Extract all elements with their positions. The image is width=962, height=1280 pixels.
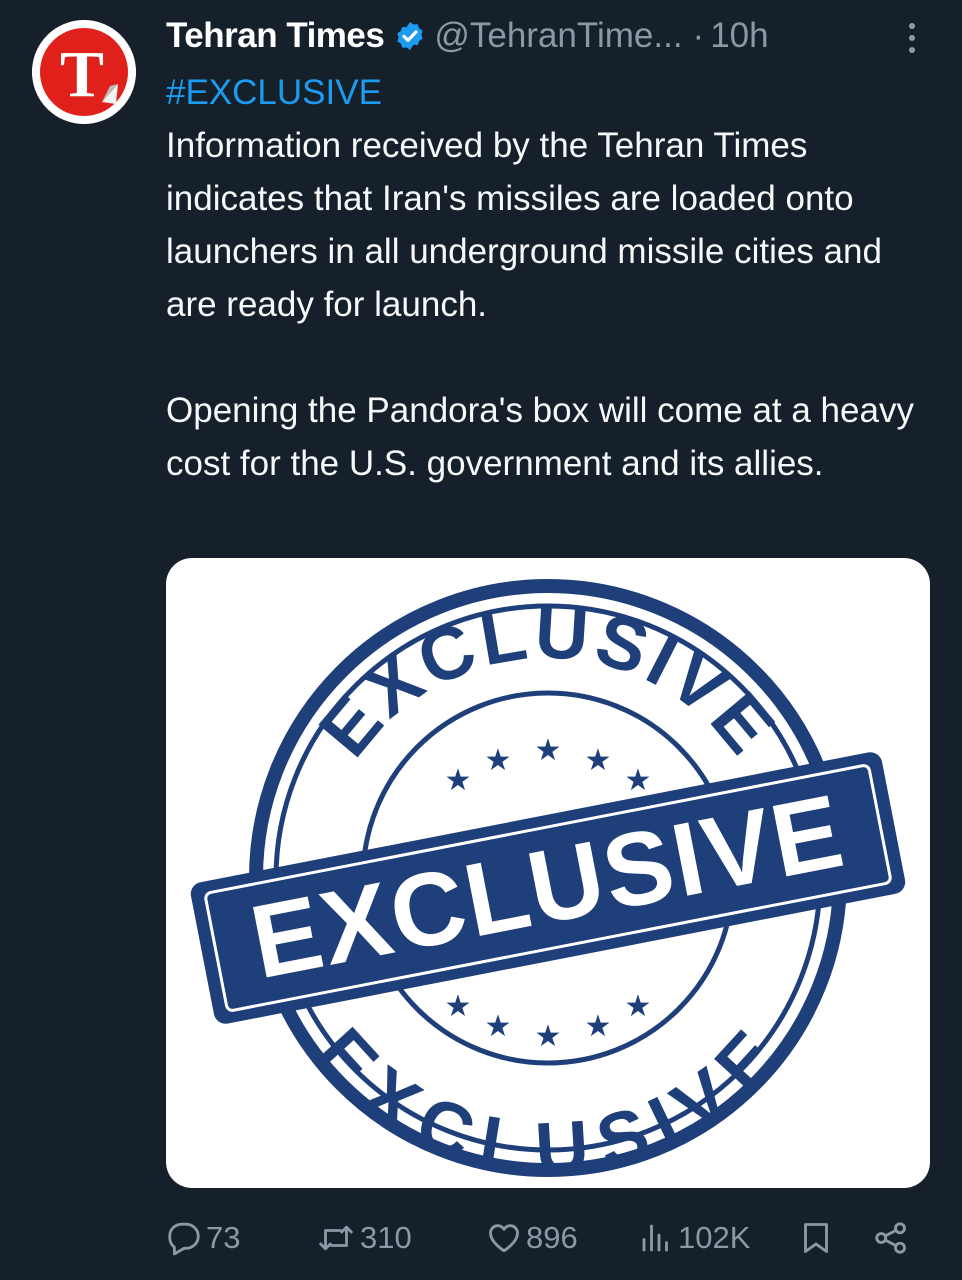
views-icon [642, 1224, 668, 1252]
reply-button[interactable]: 73 [166, 1212, 240, 1264]
svg-text:★: ★ [445, 763, 472, 798]
reply-count: 73 [206, 1220, 241, 1255]
repost-count: 310 [360, 1220, 412, 1255]
bookmark-icon [804, 1223, 828, 1253]
svg-text:★: ★ [535, 733, 562, 768]
share-button[interactable] [872, 1212, 910, 1264]
author-handle[interactable]: @TehranTime... [434, 16, 682, 56]
like-icon [489, 1224, 519, 1253]
author-avatar[interactable]: T [32, 20, 136, 124]
views-button[interactable]: 102K [638, 1212, 750, 1264]
tweet-timestamp[interactable]: 10h [710, 16, 768, 56]
tweet-actions-bar: 73 310 896 102K [166, 1212, 926, 1264]
svg-text:★: ★ [625, 989, 652, 1024]
author-display-name[interactable]: Tehran Times [166, 16, 385, 56]
tehran-times-logo: T [32, 20, 136, 124]
verified-badge-icon [397, 22, 424, 50]
tweet-media-image[interactable]: EXCLUSIVE EXCLUSIVE ★ ★ ★ ★ ★ ★ ★ ★ ★ ★ EXCLUSIV… [166, 558, 930, 1188]
bookmark-button[interactable] [798, 1212, 834, 1264]
tweet: T Tehran Times @TehranTime... · 10h #EXC… [0, 0, 962, 1280]
svg-text:★: ★ [585, 743, 612, 778]
views-count: 102K [678, 1220, 751, 1255]
svg-text:★: ★ [625, 763, 652, 798]
repost-icon [319, 1225, 353, 1251]
svg-text:★: ★ [485, 743, 512, 778]
share-icon [875, 1222, 906, 1254]
reply-icon [168, 1222, 200, 1256]
stamp-band-text: EXCLUSIVE [242, 773, 853, 1001]
more-options-icon [909, 23, 915, 53]
like-count: 896 [526, 1220, 578, 1255]
svg-text:★: ★ [585, 1009, 612, 1044]
svg-text:★: ★ [445, 989, 472, 1024]
exclusive-stamp-graphic: EXCLUSIVE EXCLUSIVE ★★ ★ ★★ ★★ ★ ★★ EXCLUSIV… [190, 579, 906, 1188]
tweet-header: Tehran Times @TehranTime... · 10h [166, 12, 886, 60]
svg-text:★: ★ [485, 1009, 512, 1044]
separator-dot: · [692, 16, 705, 55]
avatar-letter: T [60, 38, 104, 111]
stamp-stars-top: ★ ★ ★ ★ ★ [445, 733, 652, 798]
tweet-paragraph-1: Information received by the Tehran Times… [166, 126, 882, 324]
more-options-button[interactable] [902, 20, 922, 56]
stamp-stars-bottom: ★ ★ ★ ★ ★ [445, 989, 652, 1054]
tweet-text: #EXCLUSIVE Information received by the T… [166, 66, 936, 490]
svg-text:★: ★ [535, 1019, 562, 1054]
hashtag-link[interactable]: #EXCLUSIVE [166, 66, 936, 119]
repost-button[interactable]: 310 [316, 1212, 412, 1264]
like-button[interactable]: 896 [486, 1212, 578, 1264]
tweet-paragraph-2: Opening the Pandora's box will come at a… [166, 391, 914, 483]
